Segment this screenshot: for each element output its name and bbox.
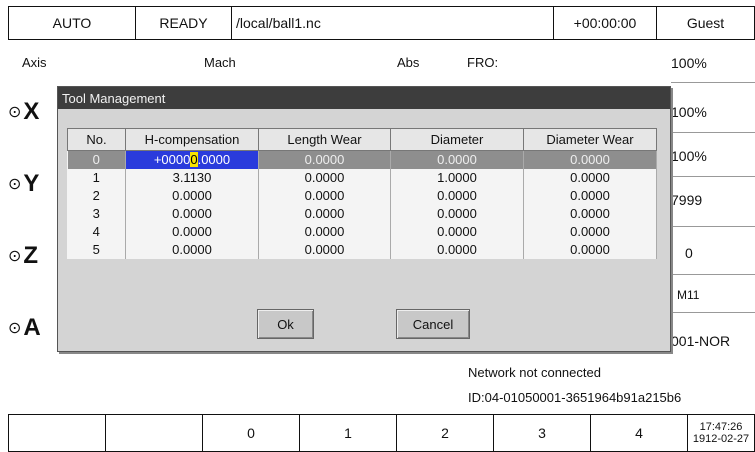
softkey-7[interactable]: 4	[591, 415, 688, 451]
softkey-2[interactable]	[106, 415, 203, 451]
column-header-no: No.	[67, 128, 126, 151]
axis-name: X	[23, 98, 40, 125]
h-compensation-cell[interactable]: 0.0000	[125, 186, 259, 205]
abs-header: Abs	[397, 55, 420, 70]
length-wear-cell[interactable]: 0.0000	[258, 204, 391, 223]
softkey-4[interactable]: 1	[300, 415, 397, 451]
softkey-bar: 0 1 2 3 4 17:47:26 1912-02-27	[8, 414, 755, 452]
h-compensation-cell[interactable]: 0.0000	[125, 204, 259, 223]
program-file-path: /local/ball1.nc	[232, 7, 554, 39]
ok-button[interactable]: Ok	[257, 309, 314, 339]
tool-number-cell[interactable]: 1	[67, 168, 126, 187]
override-value-2: 100%	[671, 148, 707, 164]
column-header-h-compensation: H-compensation	[125, 128, 259, 151]
run-timer: +00:00:00	[554, 7, 657, 39]
axis-name: Z	[23, 242, 39, 269]
axis-row-x: ⊙ X	[8, 98, 39, 126]
h-compensation-cell[interactable]: 0.0000	[125, 222, 259, 241]
m-code-value: M11	[677, 288, 700, 302]
length-wear-cell[interactable]: 0.0000	[258, 186, 391, 205]
axis-indicator-icon: ⊙	[8, 104, 22, 121]
axis-header: Axis	[22, 55, 47, 70]
diameter-cell[interactable]: 0.0000	[390, 240, 524, 259]
fro-label: FRO:	[467, 55, 499, 70]
mach-header: Mach	[204, 55, 236, 70]
axis-indicator-icon: ⊙	[8, 176, 22, 193]
clock-time: 17:47:26	[699, 421, 743, 433]
table-row[interactable]: 0 +00000.0000 0.0000 0.0000 0.0000	[67, 150, 657, 169]
top-status-bar: AUTO READY /local/ball1.nc +00:00:00 Gue…	[8, 6, 755, 40]
softkey-6[interactable]: 3	[494, 415, 591, 451]
axis-name: Y	[23, 170, 40, 197]
length-wear-cell[interactable]: 0.0000	[258, 240, 391, 259]
axis-row-z: ⊙ Z	[8, 242, 38, 270]
length-wear-cell[interactable]: 0.0000	[258, 150, 391, 169]
column-header-diameter: Diameter	[390, 128, 524, 151]
machine-state: READY	[136, 7, 232, 39]
clock-date: 1912-02-27	[692, 433, 750, 445]
diameter-wear-cell[interactable]: 0.0000	[523, 168, 657, 187]
diameter-cell[interactable]: 0.0000	[390, 222, 524, 241]
table-row[interactable]: 3 0.0000 0.0000 0.0000 0.0000	[67, 204, 657, 223]
table-row[interactable]: 2 0.0000 0.0000 0.0000 0.0000	[67, 186, 657, 205]
fro-value: 100%	[671, 55, 707, 71]
diameter-cell[interactable]: 0.0000	[390, 150, 524, 169]
axis-indicator-icon: ⊙	[8, 248, 22, 265]
device-id: ID:04-01050001-3651964b91a215b6	[468, 390, 682, 405]
axis-indicator-icon: ⊙	[8, 320, 22, 337]
length-wear-cell[interactable]: 0.0000	[258, 168, 391, 187]
cancel-button[interactable]: Cancel	[396, 309, 470, 339]
tool-table: No. H-compensation Length Wear Diameter …	[67, 128, 657, 259]
axis-row-y: ⊙ Y	[8, 170, 39, 198]
h-compensation-edit-cell[interactable]: +00000.0000	[125, 150, 259, 169]
diameter-wear-cell[interactable]: 0.0000	[523, 150, 657, 169]
mode-indicator: AUTO	[9, 7, 136, 39]
edit-caret: 0	[190, 152, 198, 168]
tool-number-cell[interactable]: 2	[67, 186, 126, 205]
table-row[interactable]: 4 0.0000 0.0000 0.0000 0.0000	[67, 222, 657, 241]
spindle-speed-value: 7999	[671, 192, 703, 208]
table-row[interactable]: 5 0.0000 0.0000 0.0000 0.0000	[67, 240, 657, 259]
tool-number-cell[interactable]: 4	[67, 222, 126, 241]
dialog-title: Tool Management	[58, 87, 670, 109]
tool-number-cell[interactable]: 0	[67, 150, 126, 169]
softkey-3[interactable]: 0	[203, 415, 300, 451]
diameter-wear-cell[interactable]: 0.0000	[523, 222, 657, 241]
tool-number-cell[interactable]: 3	[67, 204, 126, 223]
axis-name: A	[23, 314, 41, 341]
column-header-diameter-wear: Diameter Wear	[523, 128, 657, 151]
user-name: Guest	[686, 15, 725, 31]
diameter-wear-cell[interactable]: 0.0000	[523, 204, 657, 223]
clock: 17:47:26 1912-02-27	[688, 415, 754, 451]
h-compensation-cell[interactable]: 3.1130	[125, 168, 259, 187]
column-header-length-wear: Length Wear	[258, 128, 391, 151]
h-compensation-cell[interactable]: 0.0000	[125, 240, 259, 259]
tool-management-dialog: Tool Management No. H-compensation Lengt…	[57, 86, 671, 352]
softkey-1[interactable]	[9, 415, 106, 451]
tool-number-cell[interactable]: 5	[67, 240, 126, 259]
diameter-wear-cell[interactable]: 0.0000	[523, 186, 657, 205]
diameter-cell[interactable]: 1.0000	[390, 168, 524, 187]
axis-row-a: ⊙ A	[8, 314, 41, 342]
table-header-row: No. H-compensation Length Wear Diameter …	[67, 128, 657, 151]
program-line-value: 001-NOR	[671, 333, 731, 349]
edit-suffix: .0000	[197, 152, 231, 168]
table-row[interactable]: 1 3.1130 0.0000 1.0000 0.0000	[67, 168, 657, 187]
edit-prefix: +0000	[153, 152, 191, 168]
diameter-wear-cell[interactable]: 0.0000	[523, 240, 657, 259]
diameter-cell[interactable]: 0.0000	[390, 204, 524, 223]
softkey-5[interactable]: 2	[397, 415, 494, 451]
override-value-1: 100%	[671, 104, 707, 120]
network-status: Network not connected	[468, 365, 601, 380]
diameter-cell[interactable]: 0.0000	[390, 186, 524, 205]
length-wear-cell[interactable]: 0.0000	[258, 222, 391, 241]
tool-number-value: 0	[685, 245, 693, 261]
